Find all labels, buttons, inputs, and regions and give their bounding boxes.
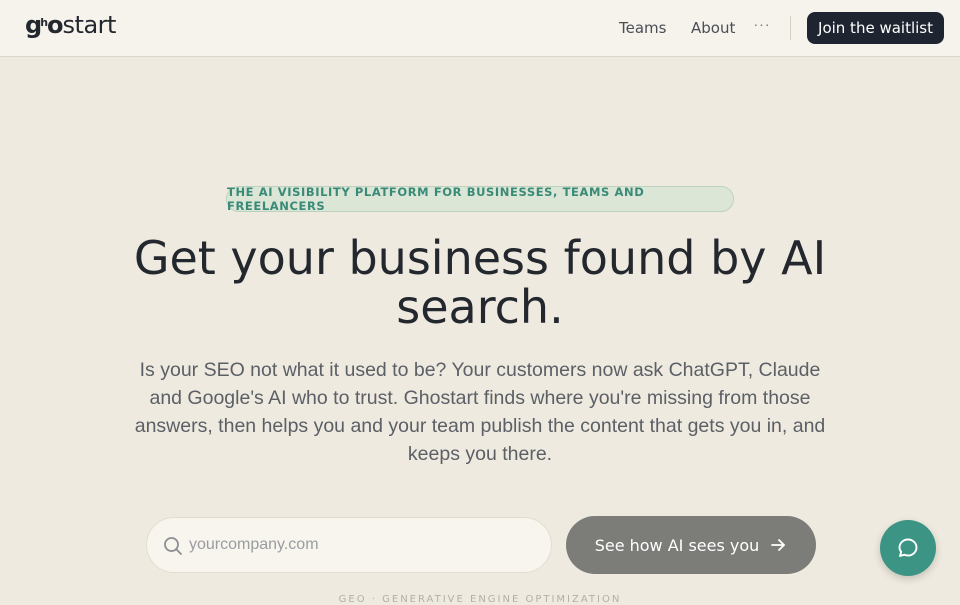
chat-bubble-icon	[898, 538, 918, 557]
logo-letter-h: h	[40, 16, 49, 29]
hero-badge: THE AI VISIBILITY PLATFORM FOR BUSINESSE…	[226, 185, 734, 213]
chat-launcher-button[interactable]	[880, 520, 936, 576]
hero-title: Get your business found by AI search.	[133, 231, 827, 334]
arrow-right-icon	[771, 539, 786, 551]
see-how-ai-sees-you-button[interactable]: See how AI sees you	[566, 516, 816, 574]
more-menu-icon[interactable]: ···	[752, 16, 772, 38]
top-nav-bar: g h o start Teams About ··· Join the wai…	[0, 0, 960, 57]
logo-word-start: start	[62, 11, 117, 39]
logo-letter-o: o	[47, 11, 63, 39]
logo-letter-g: g	[25, 11, 42, 39]
nav-divider	[790, 16, 791, 40]
search-icon	[164, 537, 182, 555]
join-waitlist-button[interactable]: Join the waitlist	[807, 12, 944, 44]
nav-link-teams[interactable]: Teams	[619, 19, 666, 37]
domain-input[interactable]	[189, 518, 539, 572]
ghostart-logo[interactable]: g h o start	[25, 11, 116, 41]
domain-search-box[interactable]	[146, 517, 552, 573]
nav-link-about[interactable]: About	[691, 19, 735, 37]
hero-subtitle: Is your SEO not what it used to be? Your…	[134, 359, 826, 465]
see-button-label: See how AI sees you	[594, 535, 760, 555]
